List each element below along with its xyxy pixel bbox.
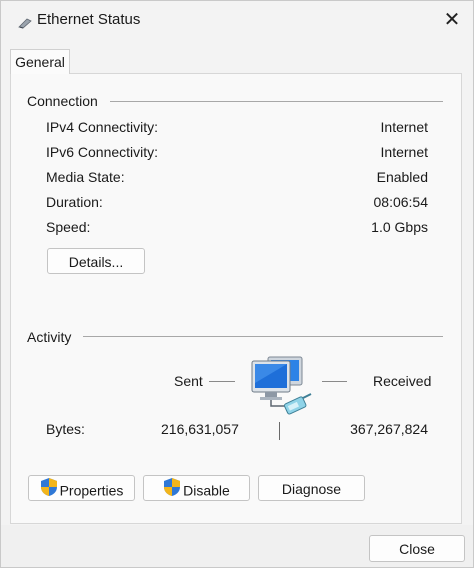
activity-divider <box>83 336 443 337</box>
close-button[interactable]: Close <box>369 535 465 562</box>
title-bar: Ethernet Status ✕ <box>1 1 473 41</box>
uac-shield-icon <box>40 477 58 504</box>
uac-shield-icon <box>163 477 181 504</box>
sent-label: Sent <box>174 373 203 389</box>
ipv4-connectivity-value: Internet <box>380 119 428 135</box>
bytes-label: Bytes: <box>46 421 85 437</box>
connection-heading: Connection <box>27 93 98 109</box>
network-adapter-icon <box>18 16 32 32</box>
close-window-button[interactable]: ✕ <box>441 10 463 31</box>
bytes-separator <box>279 422 280 440</box>
media-state-label: Media State: <box>46 169 125 185</box>
ipv6-connectivity-value: Internet <box>380 144 428 160</box>
details-button[interactable]: Details... <box>47 248 145 274</box>
bytes-sent-value: 216,631,057 <box>161 421 239 437</box>
diagnose-button[interactable]: Diagnose <box>258 475 365 501</box>
tab-general[interactable]: General <box>10 49 70 74</box>
properties-label: Properties <box>59 482 124 499</box>
properties-button[interactable]: Properties <box>28 475 135 501</box>
duration-label: Duration: <box>46 194 103 210</box>
ipv6-connectivity-label: IPv6 Connectivity: <box>46 144 159 160</box>
duration-value: 08:06:54 <box>373 194 429 210</box>
disable-button[interactable]: Disable <box>143 475 250 501</box>
bytes-received-value: 367,267,824 <box>350 421 428 437</box>
activity-heading: Activity <box>27 329 72 345</box>
received-line <box>322 381 347 382</box>
speed-label: Speed: <box>46 219 91 235</box>
speed-value: 1.0 Gbps <box>371 219 428 235</box>
sent-line <box>209 381 235 382</box>
received-label: Received <box>373 373 432 389</box>
connection-divider <box>110 101 443 102</box>
ethernet-status-window: Ethernet Status ✕ General Connection IPv… <box>0 0 474 568</box>
network-computers-icon <box>248 353 318 422</box>
ipv4-connectivity-label: IPv4 Connectivity: <box>46 119 159 135</box>
media-state-value: Enabled <box>376 169 428 185</box>
window-title: Ethernet Status <box>37 11 141 28</box>
disable-label: Disable <box>183 482 230 499</box>
general-panel <box>10 73 462 524</box>
